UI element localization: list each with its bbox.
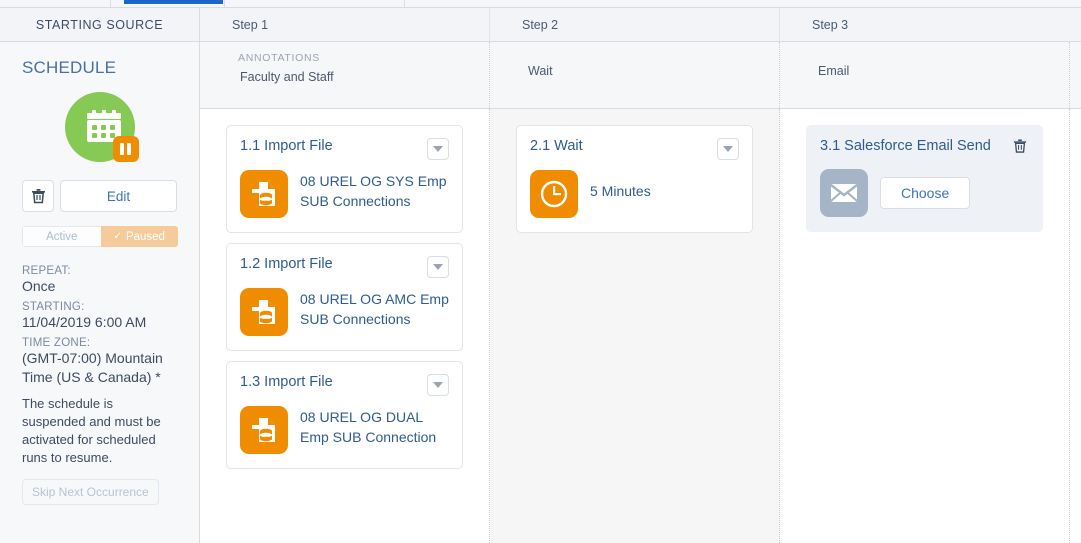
toggle-option-active[interactable]: Active [22, 226, 101, 247]
import-file-icon [240, 406, 288, 454]
activity-menu-button[interactable] [427, 374, 449, 396]
choose-email-button[interactable]: Choose [880, 177, 971, 209]
workflow-canvas: Step 1 Step 2 Step 3 ANNOTATIONS Faculty… [200, 8, 1081, 543]
edit-schedule-button[interactable]: Edit [60, 180, 177, 212]
step-columns: 1.1 Import File 08 UREL OG SYS Emp SUB C… [200, 109, 1081, 543]
delete-activity-button[interactable] [1011, 138, 1029, 159]
step-column-3: 3.1 Salesforce Email Send Choose [780, 109, 1070, 543]
step-header-2: Step 2 [490, 8, 780, 41]
activity-card[interactable]: 1.3 Import File 08 UREL OG DUAL Emp SUB … [226, 361, 463, 469]
activity-card[interactable]: 1.2 Import File 08 UREL OG AMC Emp SUB C… [226, 243, 463, 351]
import-file-icon [240, 170, 288, 218]
activity-subtitle: 08 UREL OG SYS Emp SUB Connections [300, 173, 447, 209]
tab-next[interactable] [224, 0, 314, 8]
automation-studio-workflow: STARTING SOURCE SCHEDULE Edit Active ✓ P… [0, 0, 1081, 543]
step-column-2: 2.1 Wait 5 Minutes [490, 109, 780, 543]
starting-source-title: STARTING SOURCE [35, 17, 164, 32]
annotation-text-step2: Wait [528, 64, 553, 78]
activity-menu-button[interactable] [717, 138, 739, 160]
starting-source-panel: STARTING SOURCE SCHEDULE Edit Active ✓ P… [0, 8, 200, 543]
tab-other[interactable] [404, 0, 444, 8]
activity-card[interactable]: 3.1 Salesforce Email Send Choose [806, 125, 1043, 232]
active-tab-indicator [124, 0, 223, 4]
schedule-heading: SCHEDULE [22, 58, 117, 77]
annotations-cell-step1[interactable]: ANNOTATIONS Faculty and Staff [200, 42, 490, 108]
starting-value: 11/04/2019 6:00 AM [22, 313, 147, 330]
trash-icon [1013, 139, 1027, 153]
import-file-icon [240, 288, 288, 336]
timezone-label: TIME ZONE: [22, 336, 91, 349]
steps-header-row: Step 1 Step 2 Step 3 [200, 8, 1081, 42]
step-header-1: Step 1 [200, 8, 490, 41]
schedule-panel-body: SCHEDULE Edit Active ✓ Paused REPEAT: On… [0, 42, 199, 506]
timezone-value: (GMT-07:00) Mountain Time (US & Canada) … [22, 349, 163, 385]
chevron-down-icon [433, 264, 443, 270]
tab-previous[interactable] [110, 0, 124, 8]
activity-title: 1.1 Import File [240, 138, 333, 154]
chevron-down-icon [433, 146, 443, 152]
toggle-option-paused-label: Paused [125, 230, 165, 243]
annotations-label: ANNOTATIONS [238, 52, 320, 64]
schedule-status-toggle[interactable]: Active ✓ Paused [22, 226, 178, 247]
activity-menu-button[interactable] [427, 138, 449, 160]
browser-tab-strip [0, 0, 1081, 8]
activity-subtitle: 08 UREL OG DUAL Emp SUB Connection [300, 409, 437, 445]
schedule-suspended-notice: The schedule is suspended and must be ac… [22, 395, 161, 466]
toggle-option-paused[interactable]: ✓ Paused [100, 226, 178, 247]
schedule-icon-group [61, 92, 139, 164]
annotation-text-step1: Faculty and Staff [240, 70, 334, 84]
annotation-text-step3: Email [818, 64, 850, 78]
chevron-down-icon [723, 146, 733, 152]
activity-subtitle: 5 Minutes [590, 183, 651, 199]
annotations-band: ANNOTATIONS Faculty and Staff Wait Email [200, 42, 1081, 109]
activity-card[interactable]: 1.1 Import File 08 UREL OG SYS Emp SUB C… [226, 125, 463, 233]
activity-title: 1.3 Import File [240, 374, 333, 390]
repeat-label: REPEAT: [22, 265, 71, 277]
envelope-icon [820, 169, 868, 217]
starting-source-header: STARTING SOURCE [0, 8, 199, 42]
chevron-down-icon [433, 382, 443, 388]
activity-card[interactable]: 2.1 Wait 5 Minutes [516, 125, 753, 233]
step-column-1: 1.1 Import File 08 UREL OG SYS Emp SUB C… [200, 109, 490, 543]
activity-menu-button[interactable] [427, 256, 449, 278]
repeat-value: Once [22, 278, 56, 294]
skip-next-occurrence-button[interactable]: Skip Next Occurrence [22, 479, 159, 506]
activity-subtitle: 08 UREL OG AMC Emp SUB Connections [300, 291, 449, 327]
clock-icon [530, 170, 578, 218]
annotations-cell-step3[interactable]: Email [780, 42, 1070, 108]
activity-title: 1.2 Import File [240, 256, 333, 272]
delete-schedule-button[interactable] [22, 180, 54, 212]
step-header-3: Step 3 [812, 17, 849, 32]
trash-icon [31, 189, 45, 204]
schedule-actions: Edit [22, 180, 177, 212]
annotations-cell-step2[interactable]: Wait [490, 42, 780, 108]
activity-title: 2.1 Wait [530, 138, 583, 154]
pause-badge-icon [112, 136, 139, 162]
activity-title: 3.1 Salesforce Email Send [820, 138, 991, 154]
check-icon: ✓ [113, 231, 122, 242]
starting-label: STARTING: [22, 300, 85, 313]
